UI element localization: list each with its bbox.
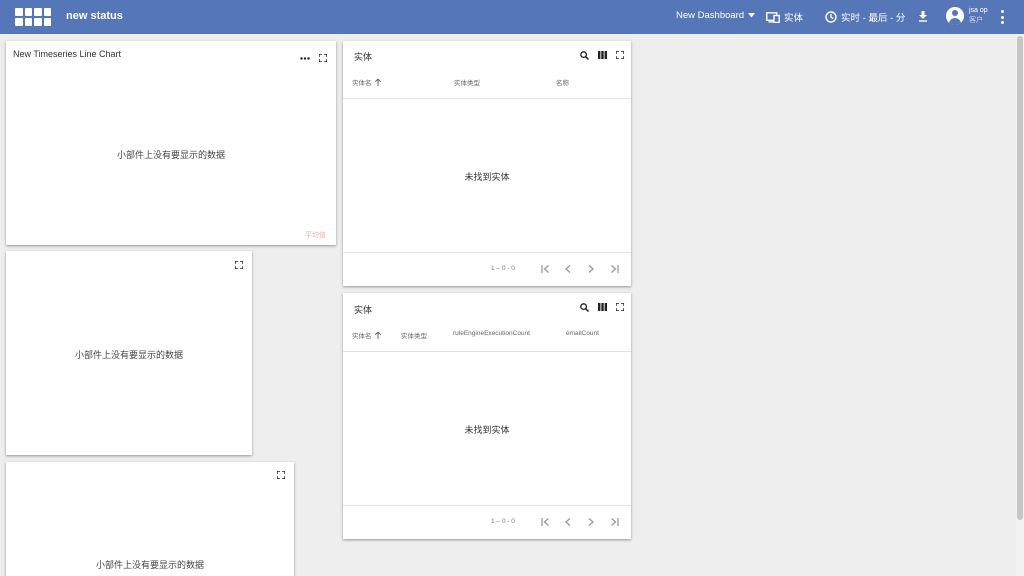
- column-header-label: 名称: [556, 80, 569, 87]
- more-horiz-icon[interactable]: [299, 52, 311, 64]
- user-name: jsa op: [969, 7, 988, 14]
- columns-icon[interactable]: [596, 301, 608, 313]
- user-menu[interactable]: jsa op 客户: [946, 6, 988, 26]
- search-icon[interactable]: [578, 49, 590, 61]
- timeseries-chart-widget: New Timeseries Line Chart 小部件上没有要显示的数据 平…: [6, 41, 336, 245]
- timewindow-button[interactable]: 实时 - 最后 - 分: [825, 10, 905, 24]
- dashboard-grid-icon[interactable]: [14, 7, 52, 27]
- empty-table-message: 未找到实体: [464, 172, 510, 182]
- arrow-up-icon: [374, 78, 381, 86]
- entities-button[interactable]: 实体: [766, 10, 803, 24]
- no-data-message: 小部件上没有要显示的数据: [95, 560, 204, 570]
- fullscreen-icon[interactable]: [614, 49, 626, 61]
- header-divider: [343, 98, 631, 99]
- column-header-label: emailCount: [566, 330, 599, 337]
- timewindow-label: 实时 - 最后 - 分: [841, 13, 906, 24]
- no-data-message: 小部件上没有要显示的数据: [116, 150, 225, 160]
- first-page-icon[interactable]: [539, 516, 551, 528]
- search-icon[interactable]: [578, 301, 590, 313]
- dashboard-select[interactable]: New Dashboard: [676, 10, 756, 21]
- last-page-icon[interactable]: [608, 516, 620, 528]
- legend-average-label: 平均值: [305, 232, 326, 239]
- next-page-icon[interactable]: [585, 516, 597, 528]
- fullscreen-icon[interactable]: [233, 259, 245, 271]
- widget-card-3: 小部件上没有要显示的数据: [6, 462, 294, 576]
- column-header-label: 实体名: [352, 333, 372, 340]
- page-scrollbar[interactable]: [1016, 34, 1024, 576]
- column-header-entity-name[interactable]: 实体名: [352, 330, 381, 340]
- column-header-label: 实体类型: [454, 80, 480, 87]
- widget-card-2: 小部件上没有要显示的数据: [6, 251, 252, 455]
- paging-range: 1 – 0 - 0: [491, 518, 515, 525]
- entities-table-widget-1: 实体 实体名 实体类型 名称 未找到实体 1 – 0 - 0: [343, 41, 631, 286]
- dashboard-title: new status: [66, 10, 123, 22]
- first-page-icon[interactable]: [539, 263, 551, 275]
- next-page-icon[interactable]: [585, 263, 597, 275]
- clock-icon: [825, 11, 837, 23]
- column-header-name[interactable]: 名称: [556, 77, 569, 87]
- no-data-message: 小部件上没有要显示的数据: [74, 350, 183, 360]
- dashboard-select-label: New Dashboard: [676, 10, 745, 21]
- widget-title: 实体: [354, 305, 373, 315]
- column-header-label: ruleEngineExecutionCount: [453, 330, 530, 337]
- caret-down-icon: [748, 13, 756, 18]
- fullscreen-icon[interactable]: [275, 469, 287, 481]
- previous-page-icon[interactable]: [562, 516, 574, 528]
- columns-icon[interactable]: [596, 49, 608, 61]
- user-info: jsa op 客户: [969, 6, 988, 26]
- entities-table-widget-2: 实体 实体名 实体类型 ruleEngineExecutionCount ema…: [343, 293, 631, 539]
- scrollbar-thumb[interactable]: [1017, 36, 1023, 520]
- column-header-entity-type[interactable]: 实体类型: [454, 77, 480, 87]
- top-toolbar: new status New Dashboard 实体 实时 - 最后 - 分 …: [0, 0, 1024, 34]
- previous-page-icon[interactable]: [562, 263, 574, 275]
- column-header-entity-type[interactable]: 实体类型: [401, 330, 427, 340]
- empty-table-message: 未找到实体: [464, 425, 510, 435]
- paging-range: 1 – 0 - 0: [491, 265, 515, 272]
- entities-label: 实体: [784, 13, 804, 24]
- footer-divider: [343, 252, 631, 253]
- footer-divider: [343, 505, 631, 506]
- last-page-icon[interactable]: [608, 263, 620, 275]
- column-header-label: 实体类型: [401, 333, 427, 340]
- column-header-entity-name[interactable]: 实体名: [352, 77, 381, 87]
- more-vert-icon[interactable]: [996, 10, 1008, 24]
- arrow-up-icon: [374, 331, 381, 339]
- widget-title: New Timeseries Line Chart: [13, 49, 122, 59]
- column-header-rule-engine-execution-count[interactable]: ruleEngineExecutionCount: [453, 330, 530, 337]
- header-divider: [343, 351, 631, 352]
- download-icon: [919, 11, 927, 22]
- widget-title: 实体: [354, 52, 373, 62]
- user-role: 客户: [969, 17, 983, 24]
- download-button[interactable]: [918, 11, 928, 22]
- column-header-label: 实体名: [352, 80, 372, 87]
- fullscreen-icon[interactable]: [614, 301, 626, 313]
- column-header-email-count[interactable]: emailCount: [566, 330, 599, 337]
- entity-devices-icon: [766, 11, 780, 23]
- fullscreen-icon[interactable]: [317, 52, 329, 64]
- account-circle-icon: [946, 7, 964, 25]
